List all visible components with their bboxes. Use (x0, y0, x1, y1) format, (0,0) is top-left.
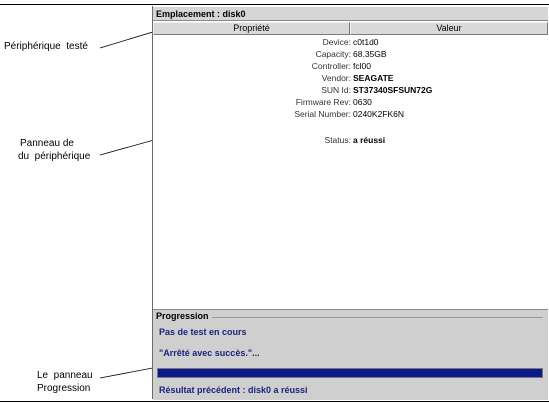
top-border (0, 4, 549, 5)
progress-bar (157, 368, 543, 378)
property-name: Serial Number: (294, 109, 351, 119)
callout-device-tested: Périphérique testé (4, 41, 88, 52)
diagnostic-window: Emplacement : disk0 Propriété Valeur Dev… (152, 6, 548, 400)
column-header-property[interactable]: Propriété (153, 22, 350, 35)
progress-result: Résultat précédent : disk0 a réussi (159, 385, 308, 395)
property-value: SEAGATE (353, 73, 394, 83)
property-name: Device: (322, 37, 351, 47)
bottom-border (0, 401, 549, 402)
progress-bar-fill (158, 369, 542, 377)
progress-panel: Progression Pas de test en cours "Arrêté… (153, 309, 548, 400)
progress-title: Progression (156, 311, 212, 321)
progress-message: "Arrêté avec succès."... (159, 348, 260, 358)
location-bar: Emplacement : disk0 (153, 7, 548, 21)
property-value: 0630 (353, 97, 372, 107)
property-row: Vendor: SEAGATE (153, 72, 548, 84)
property-name: Controller: (311, 61, 351, 71)
property-row: Firmware Rev: 0630 (153, 96, 548, 108)
property-name: Vendor: (321, 73, 351, 83)
property-row: Device: c0t1d0 (153, 36, 548, 48)
property-row: SUN Id: ST37340SFSUN72G (153, 84, 548, 96)
callout-device-panel-line2: du périphérique (18, 151, 91, 162)
progress-groove-line (205, 317, 543, 318)
property-row: Serial Number: 0240K2FK6N (153, 108, 548, 120)
progress-status-line: Pas de test en cours (159, 327, 247, 337)
property-value: ST37340SFSUN72G (353, 85, 433, 95)
property-name: Capacity: (315, 49, 351, 59)
property-value: 68.35GB (353, 49, 387, 59)
callout-progress-panel-line1: Le panneau (37, 370, 93, 381)
property-name: Status: (324, 135, 351, 145)
property-row: Controller: fcl00 (153, 60, 548, 72)
callout-progress-panel-line2: Progression (37, 383, 91, 394)
property-name: SUN Id: (321, 85, 351, 95)
property-value: c0t1d0 (353, 37, 379, 47)
property-value: fcl00 (353, 61, 371, 71)
callout-device-panel-line1: Panneau de (20, 138, 74, 149)
property-value: 0240K2FK6N (353, 109, 405, 119)
property-row: Capacity: 68.35GB (153, 48, 548, 60)
property-row-status: Status: a réussi (153, 134, 548, 146)
property-value: a réussi (353, 135, 386, 145)
column-headers: Propriété Valeur (153, 22, 548, 35)
column-header-value[interactable]: Valeur (350, 22, 548, 35)
property-name: Firmware Rev: (295, 97, 351, 107)
